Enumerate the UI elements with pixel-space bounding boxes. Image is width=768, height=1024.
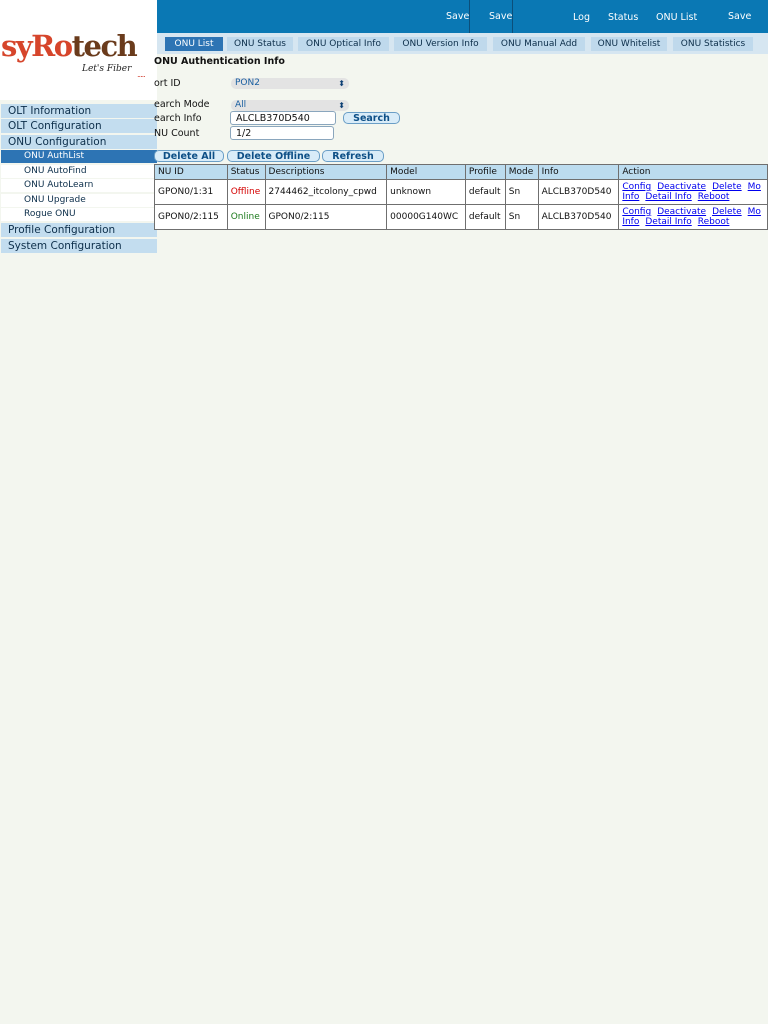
sidebar-item-olt-configuration[interactable]: OLT Configuration bbox=[1, 119, 157, 133]
config-link[interactable]: Config bbox=[622, 207, 651, 217]
deactivate-link[interactable]: Deactivate bbox=[657, 182, 706, 192]
tab-onu-optical-info[interactable]: ONU Optical Info bbox=[298, 37, 389, 51]
tab-onu-statistics[interactable]: ONU Statistics bbox=[673, 37, 753, 51]
logo-wordmark: syRotech bbox=[1, 29, 138, 63]
topbar-log-link[interactable]: Log bbox=[573, 1, 590, 34]
info-link[interactable]: Info bbox=[622, 192, 639, 202]
onu-count-field: 1/2 bbox=[230, 126, 334, 140]
chevron-updown-icon: ⬍ bbox=[338, 101, 345, 110]
logo-dots: ..... bbox=[137, 70, 146, 79]
topbar-separator bbox=[469, 0, 470, 33]
sidebar-item-system-configuration[interactable]: System Configuration bbox=[1, 239, 157, 253]
logo-tagline: Let's Fiber bbox=[82, 64, 132, 74]
column-header-onu-id: NU ID bbox=[154, 164, 228, 180]
topbar-separator bbox=[512, 0, 513, 33]
config-link[interactable]: Config bbox=[622, 182, 651, 192]
delete-link[interactable]: Delete bbox=[712, 207, 742, 217]
search-mode-select[interactable]: All ⬍ bbox=[231, 100, 349, 111]
column-header-profile: Profile bbox=[464, 164, 506, 180]
cell-profile: default bbox=[464, 204, 506, 230]
cell-actions: Config Deactivate Delete Mo Info Detail Info… bbox=[618, 179, 768, 205]
brand-logo: syRotech Let's Fiber ..... bbox=[0, 0, 157, 100]
cell-profile: default bbox=[464, 179, 506, 205]
sidebar-item-rogue-onu[interactable]: Rogue ONU bbox=[1, 208, 157, 221]
cell-onu-id: GPON0/2:115 bbox=[154, 204, 228, 230]
onu-count-label: NU Count bbox=[154, 128, 200, 139]
search-button[interactable]: Search bbox=[343, 112, 400, 124]
column-header-model: Model bbox=[386, 164, 466, 180]
cell-model: unknown bbox=[386, 179, 466, 205]
sidebar-item-onu-configuration[interactable]: ONU Configuration bbox=[1, 135, 157, 149]
page-title: ONU Authentication Info bbox=[154, 56, 285, 67]
topbar-save-button-3[interactable]: Save bbox=[728, 0, 751, 33]
port-id-selected-value: PON2 bbox=[235, 78, 260, 88]
cell-status: Online bbox=[226, 204, 266, 230]
search-mode-label: earch Mode bbox=[154, 99, 210, 110]
cell-status: Offline bbox=[226, 179, 266, 205]
column-header-info: Info bbox=[537, 164, 620, 180]
port-id-select[interactable]: PON2 ⬍ bbox=[231, 78, 349, 89]
delete-link[interactable]: Delete bbox=[712, 182, 742, 192]
search-info-input[interactable]: ALCLB370D540 bbox=[230, 111, 336, 125]
sidebar-item-olt-information[interactable]: OLT Information bbox=[1, 104, 157, 118]
onu-auth-table: NU ID Status Descriptions Model Profile … bbox=[154, 164, 768, 230]
refresh-button[interactable]: Refresh bbox=[322, 150, 384, 162]
delete-offline-button[interactable]: Delete Offline bbox=[227, 150, 320, 162]
reboot-link[interactable]: Reboot bbox=[698, 217, 730, 227]
table-row: GPON0/2:115 Online GPON0/2:115 00000G140… bbox=[154, 204, 768, 230]
cell-description: GPON0/2:115 bbox=[264, 204, 388, 230]
chevron-updown-icon: ⬍ bbox=[338, 79, 345, 88]
sidebar-item-profile-configuration[interactable]: Profile Configuration bbox=[1, 223, 157, 237]
table-row: GPON0/1:31 Offline 2744462_itcolony_cpwd… bbox=[154, 179, 768, 205]
port-id-label: ort ID bbox=[154, 78, 181, 89]
cell-description: 2744462_itcolony_cpwd bbox=[264, 179, 388, 205]
tab-onu-list[interactable]: ONU List bbox=[165, 37, 223, 51]
cell-info: ALCLB370D540 bbox=[537, 204, 620, 230]
column-header-descriptions: Descriptions bbox=[264, 164, 388, 180]
sidebar-item-onu-upgrade[interactable]: ONU Upgrade bbox=[1, 194, 157, 207]
info-link[interactable]: Info bbox=[622, 217, 639, 227]
column-header-action: Action bbox=[618, 164, 768, 180]
topbar-save-button-1[interactable]: Save bbox=[446, 0, 469, 33]
tab-onu-status[interactable]: ONU Status bbox=[227, 37, 293, 51]
tab-onu-version-info[interactable]: ONU Version Info bbox=[394, 37, 487, 51]
column-header-status: Status bbox=[226, 164, 266, 180]
sub-tab-bar: ONU List ONU Status ONU Optical Info ONU… bbox=[157, 33, 768, 54]
topbar-status-link[interactable]: Status bbox=[608, 1, 638, 34]
sidebar-item-onu-autofind[interactable]: ONU AutoFind bbox=[1, 165, 157, 178]
cell-mode: Sn bbox=[504, 179, 539, 205]
deactivate-link[interactable]: Deactivate bbox=[657, 207, 706, 217]
topbar-onu-list-link[interactable]: ONU List bbox=[656, 1, 697, 34]
more-link[interactable]: Mo bbox=[748, 207, 761, 217]
sidebar-item-onu-autolearn[interactable]: ONU AutoLearn bbox=[1, 179, 157, 192]
cell-model: 00000G140WC bbox=[386, 204, 466, 230]
topbar-save-button-2[interactable]: Save bbox=[489, 0, 512, 33]
tab-onu-manual-add[interactable]: ONU Manual Add bbox=[493, 37, 585, 51]
cell-info: ALCLB370D540 bbox=[537, 179, 620, 205]
search-info-label: earch Info bbox=[154, 113, 202, 124]
table-header-row: NU ID Status Descriptions Model Profile … bbox=[154, 164, 768, 180]
search-mode-selected-value: All bbox=[235, 100, 247, 110]
detail-info-link[interactable]: Detail Info bbox=[645, 192, 691, 202]
sidebar-item-onu-authlist[interactable]: ONU AuthList bbox=[1, 150, 157, 163]
cell-actions: Config Deactivate Delete Mo Info Detail Info… bbox=[618, 204, 768, 230]
tab-onu-whitelist[interactable]: ONU Whitelist bbox=[591, 37, 667, 51]
cell-onu-id: GPON0/1:31 bbox=[154, 179, 228, 205]
reboot-link[interactable]: Reboot bbox=[698, 192, 730, 202]
cell-mode: Sn bbox=[504, 204, 539, 230]
detail-info-link[interactable]: Detail Info bbox=[645, 217, 691, 227]
delete-all-button[interactable]: Delete All bbox=[154, 150, 224, 162]
column-header-mode: Mode bbox=[504, 164, 539, 180]
more-link[interactable]: Mo bbox=[748, 182, 761, 192]
